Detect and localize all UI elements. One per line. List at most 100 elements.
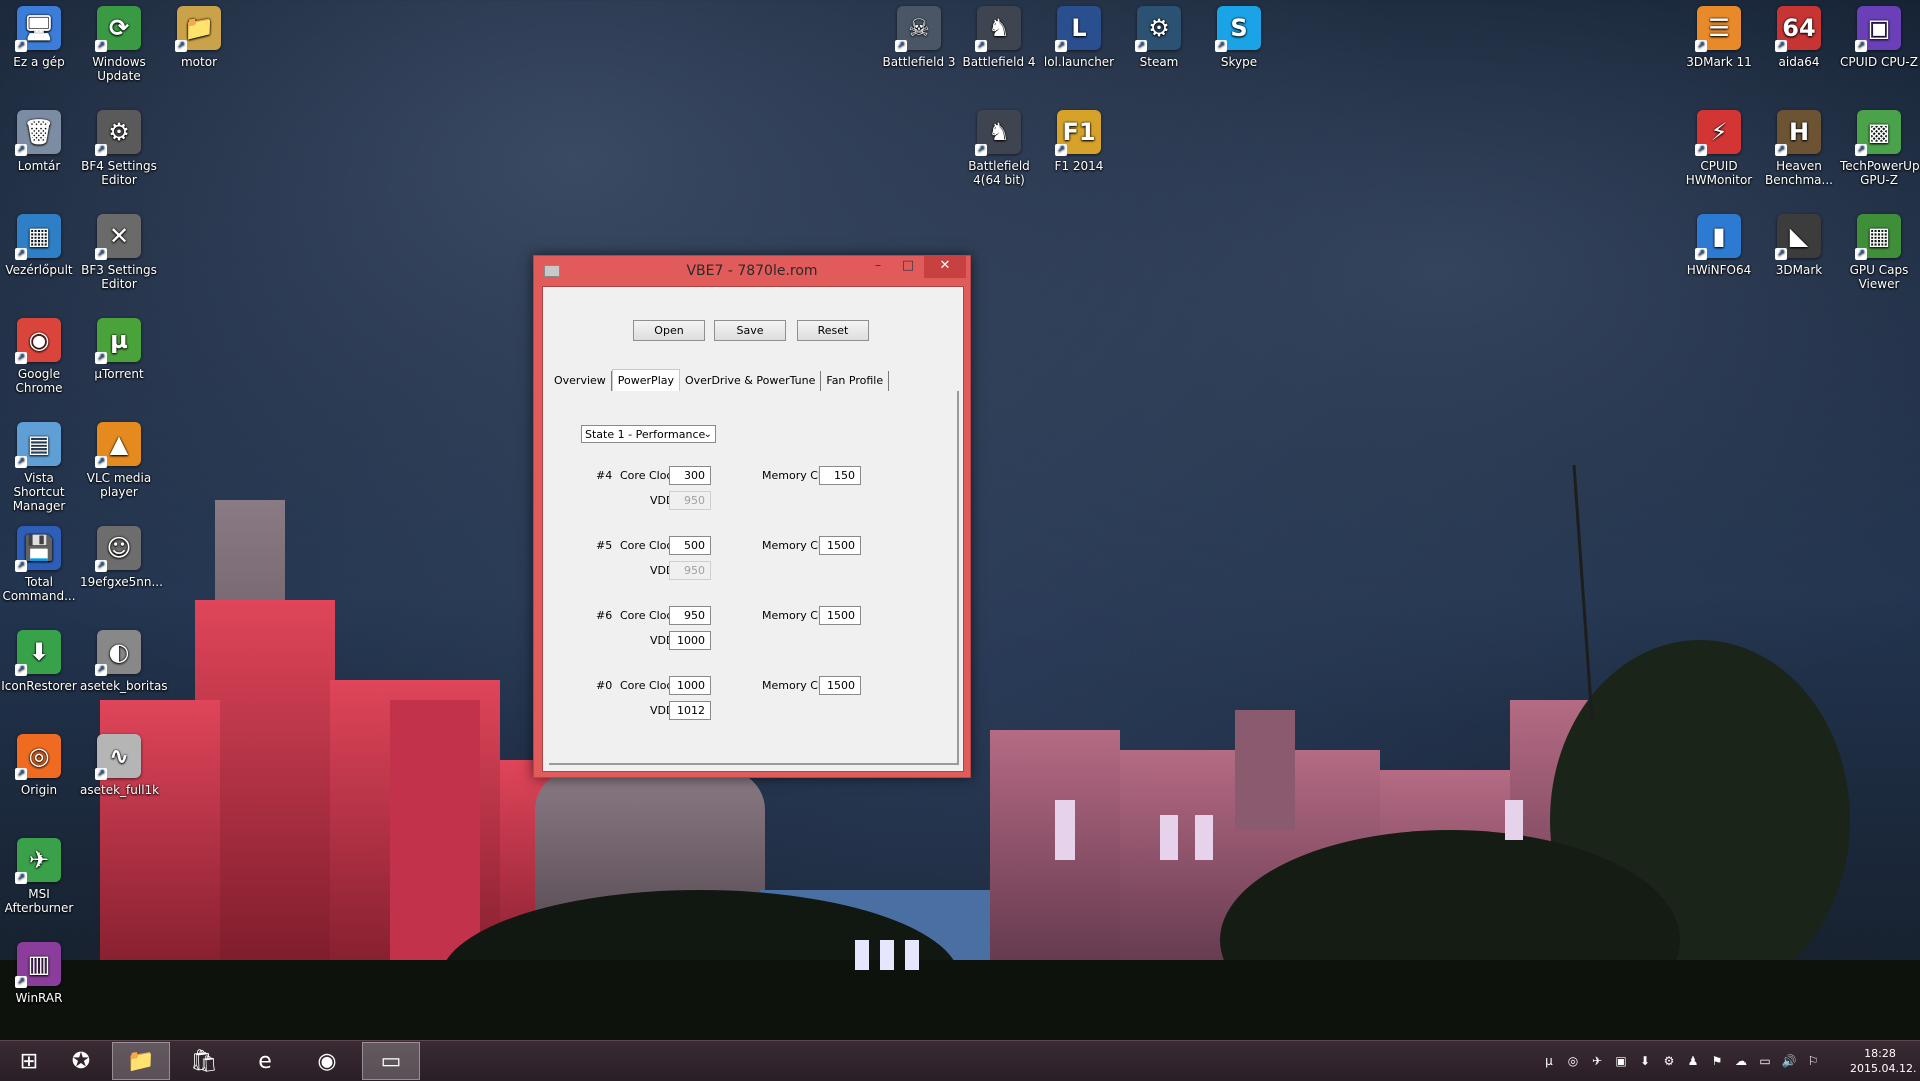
- tray-icon[interactable]: µ: [1540, 1052, 1558, 1070]
- 3dmark11-icon: ☰ ↗: [1695, 6, 1741, 52]
- shortcut-arrow-icon: ↗: [15, 456, 27, 468]
- desktop-icon[interactable]: ☰ ↗ 3DMark 11: [1680, 6, 1758, 69]
- tray-icon[interactable]: ⚙: [1660, 1052, 1678, 1070]
- open-button[interactable]: Open: [633, 320, 705, 341]
- vddc-field[interactable]: 1000: [669, 631, 711, 650]
- memory-clock-field[interactable]: 1500: [819, 536, 861, 555]
- desktop-icon-label: Heaven Benchma...: [1765, 159, 1833, 187]
- powerplay-panel: State 1 - Performance ⌄ #4 Core Clock 300 M…: [549, 391, 959, 765]
- desktop-icon[interactable]: ☠ ↗ Battlefield 3: [880, 6, 958, 69]
- taskbar-file-explorer[interactable]: 📁: [112, 1042, 170, 1080]
- minimize-button[interactable]: –: [864, 256, 892, 278]
- taskbar-app-unknown[interactable]: ✪: [52, 1042, 110, 1080]
- desktop-icon[interactable]: ◉ ↗ Google Chrome: [0, 318, 78, 395]
- hwmonitor-icon: ⚡ ↗: [1695, 110, 1741, 156]
- folder-icon: 📁 ↗: [175, 6, 221, 52]
- desktop-icon[interactable]: ☺ ↗ 19efgxe5nn...: [80, 526, 163, 589]
- shortcut-arrow-icon: ↗: [895, 40, 907, 52]
- state-select[interactable]: State 1 - Performance ⌄: [581, 425, 716, 443]
- shortcut-arrow-icon: ↗: [15, 872, 27, 884]
- tray-icon[interactable]: ☁: [1732, 1052, 1750, 1070]
- desktop-icon[interactable]: ▣ ↗ CPUID CPU-Z: [1840, 6, 1918, 69]
- desktop-icon[interactable]: ⚙ ↗ BF4 Settings Editor: [80, 110, 158, 187]
- desktop-icon[interactable]: ▲ ↗ VLC media player: [80, 422, 158, 499]
- taskbar-vbe7[interactable]: ▭: [362, 1042, 420, 1080]
- desktop-icon[interactable]: ⟳ ↗ Windows Update: [80, 6, 158, 83]
- desktop-icon[interactable]: ◣ ↗ 3DMark: [1760, 214, 1838, 277]
- desktop-icon[interactable]: ▩ ↗ TechPowerUp GPU-Z: [1840, 110, 1920, 187]
- tab-overview[interactable]: Overview: [549, 371, 612, 391]
- desktop-icon[interactable]: ✈ ↗ MSI Afterburner: [0, 838, 78, 915]
- desktop-icon[interactable]: ▤ ↗ Vista Shortcut Manager: [0, 422, 78, 513]
- desktop-icon[interactable]: ♞ ↗ Battlefield 4(64 bit): [960, 110, 1038, 187]
- reset-button[interactable]: Reset: [797, 320, 869, 341]
- desktop-icon[interactable]: ♞ ↗ Battlefield 4: [960, 6, 1038, 69]
- tray-icon[interactable]: ✈: [1588, 1052, 1606, 1070]
- desktop-icon-label: CPUID CPU-Z: [1840, 55, 1918, 69]
- image-file-icon: ☺ ↗: [95, 526, 141, 572]
- vddc-field[interactable]: 1012: [669, 701, 711, 720]
- taskbar-internet-explorer[interactable]: e: [236, 1042, 294, 1080]
- core-clock-field[interactable]: 500: [669, 536, 711, 555]
- desktop-icon[interactable]: 64 ↗ aida64: [1760, 6, 1838, 69]
- desktop-icon[interactable]: ▥ ↗ WinRAR: [0, 942, 78, 1005]
- desktop-icon[interactable]: ⚙ ↗ Steam: [1120, 6, 1198, 69]
- start-button[interactable]: ⊞: [0, 1042, 58, 1080]
- memory-clock-field[interactable]: 1500: [819, 676, 861, 695]
- tray-icon[interactable]: ▣: [1612, 1052, 1630, 1070]
- tray-icon[interactable]: 🔊: [1780, 1052, 1798, 1070]
- desktop-icon[interactable]: ✕ ↗ BF3 Settings Editor: [80, 214, 158, 291]
- utorrent-icon: µ ↗: [95, 318, 141, 364]
- desktop-icon[interactable]: 📁 ↗ motor: [160, 6, 238, 69]
- desktop-icon[interactable]: ⬇ ↗ IconRestorer: [0, 630, 78, 693]
- desktop-icon-label: aida64: [1778, 55, 1820, 69]
- state-id-label: #0: [596, 679, 613, 692]
- close-button[interactable]: ✕: [924, 256, 966, 278]
- core-clock-field[interactable]: 950: [669, 606, 711, 625]
- gpuz-icon: ▩ ↗: [1855, 110, 1901, 156]
- desktop-icon[interactable]: ▦ ↗ Vezérlőpult: [0, 214, 78, 277]
- shortcut-arrow-icon: ↗: [95, 352, 107, 364]
- shortcut-arrow-icon: ↗: [1055, 144, 1067, 156]
- desktop-icon[interactable]: 🖥 ↗ Ez a gép: [0, 6, 78, 69]
- taskbar-chrome[interactable]: ◉: [298, 1042, 356, 1080]
- battlefield4-icon: ♞ ↗: [975, 110, 1021, 156]
- window-titlebar[interactable]: VBE7 - 7870le.rom – □ ✕: [534, 256, 970, 286]
- memory-clock-field[interactable]: 1500: [819, 606, 861, 625]
- memory-clock-field[interactable]: 150: [819, 466, 861, 485]
- desktop-icon[interactable]: ⚡ ↗ CPUID HWMonitor: [1680, 110, 1758, 187]
- tab-fan-profile[interactable]: Fan Profile: [821, 371, 890, 391]
- desktop-icon[interactable]: µ ↗ µTorrent: [80, 318, 158, 381]
- desktop-icon[interactable]: S ↗ Skype: [1200, 6, 1278, 69]
- desktop-icon[interactable]: ◐ ↗ asetek_boritas: [80, 630, 168, 693]
- desktop-icon[interactable]: H ↗ Heaven Benchma...: [1760, 110, 1838, 187]
- desktop-icon[interactable]: F1 ↗ F1 2014: [1040, 110, 1118, 173]
- desktop-icon[interactable]: 🗑 ↗ Lomtár: [0, 110, 78, 173]
- tray-icon[interactable]: ◎: [1564, 1052, 1582, 1070]
- core-clock-field[interactable]: 1000: [669, 676, 711, 695]
- core-clock-field[interactable]: 300: [669, 466, 711, 485]
- desktop-icon-label: MSI Afterburner: [4, 887, 74, 915]
- tray-icon[interactable]: ♟: [1684, 1052, 1702, 1070]
- taskbar-clock[interactable]: 18:28 2015.04.12.: [1850, 1046, 1916, 1076]
- control-panel-icon: ▦ ↗: [15, 214, 61, 260]
- desktop-icon[interactable]: ▮ ↗ HWiNFO64: [1680, 214, 1758, 277]
- tray-icon[interactable]: ▭: [1756, 1052, 1774, 1070]
- desktop-icon[interactable]: ▦ ↗ GPU Caps Viewer: [1840, 214, 1918, 291]
- desktop-icon[interactable]: ∿ ↗ asetek_full1k: [80, 734, 159, 797]
- desktop-icon[interactable]: 💾 ↗ Total Command...: [0, 526, 78, 603]
- taskbar-store[interactable]: 🛍: [175, 1042, 233, 1080]
- desktop-icon-label: µTorrent: [94, 367, 144, 381]
- desktop-icon[interactable]: L ↗ lol.launcher: [1040, 6, 1118, 69]
- desktop-icon[interactable]: ◎ ↗ Origin: [0, 734, 78, 797]
- maximize-button[interactable]: □: [894, 256, 922, 278]
- state-id-label: #6: [596, 609, 613, 622]
- save-button[interactable]: Save: [714, 320, 786, 341]
- tray-icon[interactable]: ⚐: [1804, 1052, 1822, 1070]
- tab-powerplay[interactable]: PowerPlay: [611, 369, 680, 393]
- tray-icon[interactable]: ⚑: [1708, 1052, 1726, 1070]
- tray-icon[interactable]: ⬇: [1636, 1052, 1654, 1070]
- windows-update-icon: ⟳ ↗: [95, 6, 141, 52]
- tab-overdrive-powertune[interactable]: OverDrive & PowerTune: [680, 371, 822, 391]
- desktop-icon-label: Battlefield 4(64 bit): [968, 159, 1030, 187]
